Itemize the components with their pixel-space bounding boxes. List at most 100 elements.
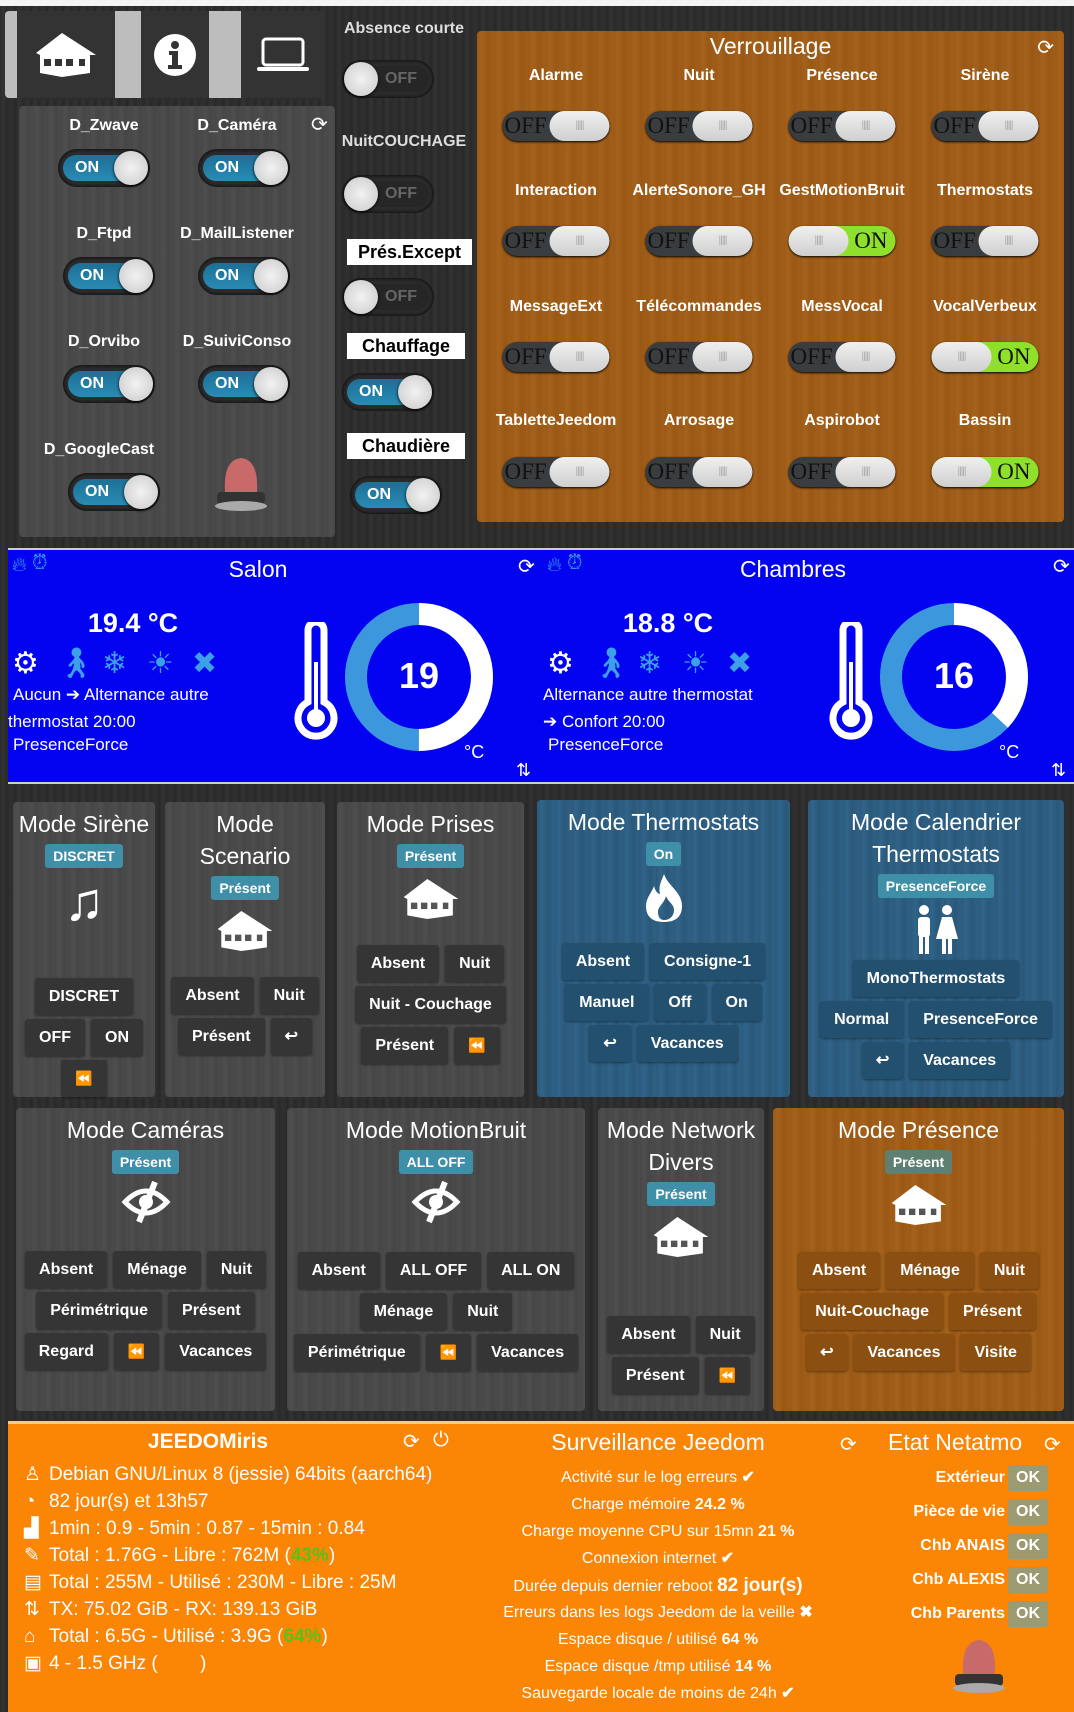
mode-button[interactable]: Off	[654, 984, 706, 1021]
mode-button[interactable]: Vacances	[165, 1333, 267, 1370]
mode-button[interactable]: Nuit	[206, 1251, 266, 1288]
lock-toggle[interactable]: OFF |||||	[645, 342, 753, 372]
mode-button[interactable]: Vacances	[853, 1334, 955, 1371]
mode-button[interactable]: Nuit	[453, 1293, 513, 1330]
lock-toggle-knob[interactable]: |||||	[835, 342, 896, 372]
mode-button[interactable]: Périmétrique	[36, 1292, 163, 1329]
toggle-knob[interactable]	[254, 367, 288, 401]
refresh-icon[interactable]: ⟳	[1037, 35, 1054, 60]
mode-button[interactable]: Ménage	[113, 1251, 201, 1288]
mode-button[interactable]: Ménage	[359, 1293, 448, 1330]
lock-toggle[interactable]: ON |||||	[931, 457, 1039, 487]
sync-icon[interactable]: ⇅	[516, 760, 531, 781]
toggle-knob[interactable]	[114, 151, 148, 185]
mode-button[interactable]: Vacances	[909, 1042, 1011, 1079]
mode-button[interactable]: Présent	[611, 1357, 699, 1394]
toggle-switch[interactable]: ON	[350, 476, 442, 514]
mode-button[interactable]: Absent	[297, 1252, 380, 1289]
toggle-switch[interactable]: ON	[198, 365, 290, 403]
lock-toggle-knob[interactable]: |||||	[692, 111, 753, 141]
nav-info-button[interactable]	[141, 11, 209, 98]
lock-toggle[interactable]: OFF |||||	[788, 457, 896, 487]
mode-button[interactable]: Normal	[820, 1001, 904, 1038]
lock-toggle[interactable]: OFF |||||	[502, 342, 610, 372]
mode-settings-icon[interactable]: ⚙	[547, 646, 574, 681]
mode-button[interactable]: Absent	[561, 943, 645, 980]
toggle-knob[interactable]	[406, 478, 440, 512]
mode-button[interactable]: Absent	[607, 1316, 690, 1353]
refresh-icon[interactable]: ⟳	[311, 112, 328, 137]
toggle-knob[interactable]	[344, 177, 378, 211]
refresh-icon[interactable]: ⟳	[1044, 1432, 1061, 1457]
mode-button[interactable]: Manuel	[565, 984, 649, 1021]
toggle-switch[interactable]: ON	[68, 473, 160, 511]
lock-toggle-knob[interactable]: |||||	[978, 226, 1039, 256]
lock-toggle-knob[interactable]: |||||	[978, 111, 1039, 141]
mode-button[interactable]: Nuit	[445, 945, 505, 982]
toggle-knob[interactable]	[254, 259, 288, 293]
lock-toggle-knob[interactable]: |||||	[549, 111, 610, 141]
back-button[interactable]: ↩	[589, 1025, 631, 1062]
lock-toggle[interactable]: OFF |||||	[502, 111, 610, 141]
lock-toggle-knob[interactable]: |||||	[549, 226, 610, 256]
toggle-knob[interactable]	[344, 62, 378, 96]
toggle-switch[interactable]: OFF	[342, 175, 434, 213]
mode-button[interactable]: Vacances	[477, 1334, 579, 1371]
toggle-knob[interactable]	[119, 367, 153, 401]
mode-sun-icon[interactable]: ☀	[147, 646, 174, 681]
mode-button[interactable]: PresenceForce	[909, 1001, 1052, 1038]
back-button[interactable]: ↩	[861, 1042, 904, 1079]
mode-button[interactable]: Présent	[949, 1293, 1036, 1330]
toggle-knob[interactable]	[398, 375, 432, 409]
lock-toggle[interactable]: OFF |||||	[645, 111, 753, 141]
mode-button[interactable]: Ménage	[886, 1252, 974, 1289]
refresh-icon[interactable]: ⟳	[518, 554, 535, 579]
lock-toggle-knob[interactable]: |||||	[931, 342, 992, 372]
lock-toggle-knob[interactable]: |||||	[835, 457, 896, 487]
mode-button[interactable]: Nuit-Couchage	[801, 1293, 944, 1330]
mode-snowflake-icon[interactable]: ❄	[637, 646, 662, 681]
toggle-switch[interactable]: ON	[58, 149, 150, 187]
mode-button[interactable]: Consigne-1	[650, 943, 766, 980]
rewind-button[interactable]: ⏪	[113, 1333, 160, 1370]
mode-button[interactable]: Regard	[24, 1333, 108, 1370]
rewind-button[interactable]: ⏪	[704, 1357, 751, 1394]
mode-button[interactable]: Nuit	[695, 1316, 755, 1353]
toggle-knob[interactable]	[119, 259, 153, 293]
mode-button[interactable]: Absent	[356, 945, 440, 982]
lock-toggle[interactable]: ON |||||	[931, 342, 1039, 372]
power-icon[interactable]: ⏻	[433, 1429, 449, 1452]
lock-toggle-knob[interactable]: |||||	[788, 226, 849, 256]
refresh-icon[interactable]: ⟳	[840, 1432, 857, 1457]
mode-button[interactable]: ALL OFF	[385, 1252, 482, 1289]
lock-toggle[interactable]: OFF |||||	[788, 342, 896, 372]
mode-button[interactable]: MonoThermostats	[852, 960, 1020, 997]
lock-toggle-knob[interactable]: |||||	[692, 457, 753, 487]
lock-toggle[interactable]: OFF |||||	[502, 457, 610, 487]
lock-toggle[interactable]: OFF |||||	[931, 111, 1039, 141]
mode-button[interactable]: On	[711, 984, 762, 1021]
toggle-switch[interactable]: ON	[198, 257, 290, 295]
mode-button[interactable]: ON	[91, 1019, 143, 1056]
mode-button[interactable]: Nuit	[259, 977, 319, 1014]
mode-sun-icon[interactable]: ☀	[682, 646, 709, 681]
mode-button[interactable]: Périmétrique	[293, 1334, 420, 1371]
lock-toggle-knob[interactable]: |||||	[549, 457, 610, 487]
mode-button[interactable]: Visite	[960, 1334, 1031, 1371]
mode-button[interactable]: Présent	[361, 1027, 449, 1064]
mode-button[interactable]: Absent	[171, 977, 254, 1014]
toggle-switch[interactable]: ON	[63, 257, 155, 295]
mode-button[interactable]: Présent	[177, 1018, 265, 1055]
mode-button[interactable]: Nuit - Couchage	[355, 986, 506, 1023]
mode-button[interactable]: DISCRET	[34, 978, 134, 1015]
mode-settings-icon[interactable]: ⚙	[12, 646, 39, 681]
nav-laptop-button[interactable]	[241, 11, 325, 98]
toggle-knob[interactable]	[254, 151, 288, 185]
toggle-switch[interactable]: OFF	[342, 278, 434, 316]
lock-toggle-knob[interactable]: |||||	[692, 226, 753, 256]
mode-close-icon[interactable]: ✖	[727, 646, 752, 681]
mode-walking-icon[interactable]: 🚶︎	[57, 646, 95, 681]
rewind-button[interactable]: ⏪	[454, 1027, 500, 1064]
refresh-icon[interactable]: ⟳	[403, 1429, 420, 1454]
rewind-button[interactable]: ⏪	[425, 1334, 472, 1371]
